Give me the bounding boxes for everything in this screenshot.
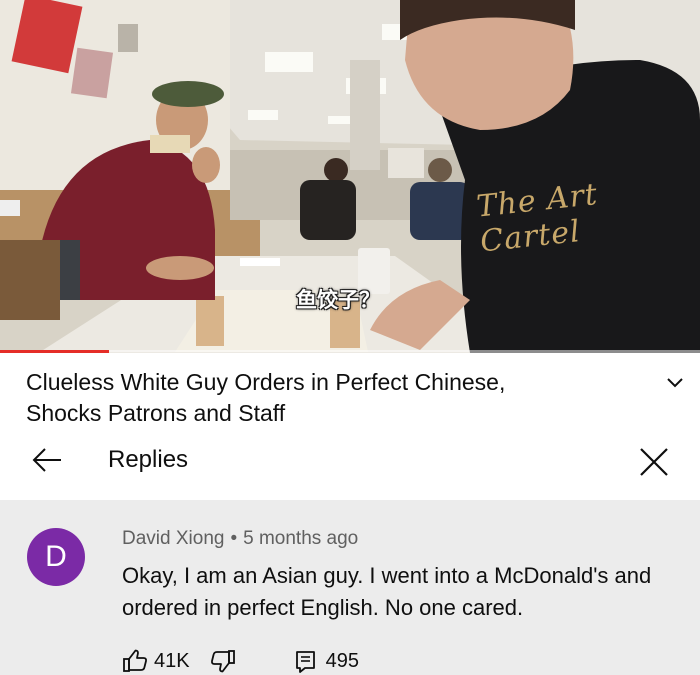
chevron-down-icon[interactable] [664,371,686,393]
comment-meta: David Xiong • 5 months ago [122,528,358,550]
meta-separator: • [230,528,238,549]
comment: D David Xiong • 5 months ago Okay, I am an… [0,500,700,675]
comment-text: Okay, I am an Asian guy. I went into a M… [122,563,652,620]
avatar[interactable]: D [27,528,85,586]
arrow-left-icon[interactable] [30,445,64,475]
video-player[interactable]: The Art Cartel 鱼饺子？ [0,0,700,353]
dislike-button[interactable] [210,649,236,673]
reply-button[interactable]: 495 [294,649,359,673]
video-title: Clueless White Guy Orders in Perfect Chi… [26,369,506,426]
reply-count: 495 [325,649,359,672]
replies-heading: Replies [108,446,189,473]
comment-actions: 41K 495 [122,648,359,674]
comment-author[interactable]: David Xiong [122,528,224,549]
like-count: 41K [154,649,190,672]
video-title-panel: Clueless White Guy Orders in Perfect Chi… [0,353,700,500]
thumbs-down-icon [210,650,235,673]
reply-icon [295,651,315,673]
comment-time: 5 months ago [243,528,359,549]
video-subtitle: 鱼饺子？ [296,288,380,312]
close-icon[interactable] [637,445,671,479]
like-button[interactable]: 41K [122,649,190,673]
thumbs-up-icon [123,649,147,672]
